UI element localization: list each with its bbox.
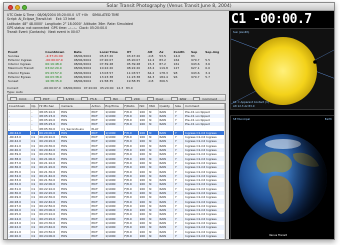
toolbar-label: ISO (112, 96, 118, 101)
earth-label-right: Earth (324, 117, 332, 121)
transit-heading: Transit Event (Contacts): (7, 30, 47, 35)
events-table: Event Countdown Date Local Time UT Alt Az Zenit… (7, 50, 226, 83)
title-bar: Solar Transit Photography (Venus Transit… (4, 3, 334, 11)
toolbar-label: 200 (133, 96, 140, 101)
toolbar-button[interactable] (103, 96, 111, 101)
current-countdown: -00:00:07.0 (43, 86, 61, 90)
toolbar-label: Cmd: (19, 96, 27, 101)
toolbar-label: PICT (42, 96, 50, 101)
script-grid[interactable]: Countdown Op Hr:Mn:Sec Camera Action Exp/Time… (7, 103, 226, 239)
grid-cell: 100 (138, 238, 149, 239)
current-date: 08/06/2004 (63, 86, 81, 90)
left-pane: UTC Date & Time : 08/06/2004 05:20:00.0 … (4, 11, 228, 239)
current-alt: 12.3 (116, 86, 124, 90)
grid-cell: EOS (59, 238, 91, 239)
sim-label: SIMULATED TIME (92, 13, 120, 17)
event-lt: 21:58:35 (99, 78, 114, 83)
toolbar-button[interactable] (124, 96, 132, 101)
earth-graphic (239, 134, 327, 222)
sun-view-label: Sun (zenith) (233, 30, 250, 34)
window-title: Solar Transit Photography (Venus Transit… (106, 4, 232, 9)
event-sep (190, 79, 204, 83)
toolbar-label: Comment (202, 96, 218, 101)
toolbar-label: RAW (179, 96, 187, 101)
command-toolbar: Cmd: PICT 1/250 F5.6 ISO 200 Qual: RAW Comment (7, 94, 226, 101)
toolbar-button[interactable] (33, 96, 41, 101)
toolbar-button[interactable] (10, 96, 17, 101)
current-ut: 05:20:00 (100, 86, 114, 90)
grid-cell: F/8.0 (123, 238, 139, 239)
toolbar-button[interactable] (81, 96, 89, 101)
sun-view: Sun (zenith) C1 = Apparent Contact (1) A… (230, 28, 334, 110)
grid-cell: -00:19.0 (8, 238, 31, 239)
grid-cell: 1/1000 (104, 238, 124, 239)
info-panel: UTC Date & Time : 08/06/2004 05:20:00.0 … (7, 13, 227, 34)
event-az: 306.5 (159, 78, 168, 83)
grid-cell: N (147, 238, 159, 239)
right-pane: C1 -00:00.7 Sun (zenith) C1 = Apparent C… (229, 11, 334, 239)
earth-view: SE Municipal Earth Venus Transit (230, 115, 334, 239)
toolbar-button[interactable] (56, 96, 64, 101)
event-count: 16:38:35.0 (45, 78, 62, 83)
current-row: Current -00:00:07.0 08/06/2004 07:20:00 … (7, 86, 226, 94)
earth-label-left: SE Municipal (233, 117, 251, 121)
next-event: Next event in 00:07 (48, 30, 81, 35)
rate-field: Rate: Simulated (107, 21, 133, 26)
grid-cell: Y (173, 238, 185, 239)
event-date: 08/06/2004 (73, 78, 91, 83)
big-countdown: C1 -00:00.7 (231, 12, 312, 27)
app-window: Solar Transit Photography (Venus Transit… (3, 2, 335, 240)
sun-disc (249, 37, 317, 105)
event-alt: -0.8 (147, 78, 154, 83)
grid-cell: 00:24:10.0 (38, 238, 61, 239)
sun-sub-label-2: Alt 12.3 Az 83.0 (233, 104, 255, 108)
tz-field: UT +0h (76, 13, 89, 17)
earth-caption: Venus Transit (269, 233, 287, 237)
venus-disc (313, 60, 317, 64)
toolbar-button[interactable] (170, 96, 178, 101)
toolbar-label: F5.6 (90, 96, 97, 101)
sun-graphic (231, 37, 334, 105)
clock-field: Clock: 05:20:00.0 (79, 25, 108, 30)
grid-row[interactable]: -00:19.0C100:24:10.0EOSPICT1/1000F/8.010… (8, 238, 225, 239)
event-ut: 19:58:35 (126, 78, 141, 83)
event-row: Sunset 16:38:35.0 08/06/2004 21:58:35 19:58:… (7, 79, 226, 83)
grid-cell: Ingress C1-C2 Ingress (183, 238, 225, 239)
current-lt: 07:20:00 (83, 86, 98, 90)
event-sa (204, 79, 226, 83)
toolbar-label: Qual: (155, 96, 164, 101)
grid-cell: C1 (30, 238, 39, 239)
grid-cell: RAW (158, 238, 175, 239)
toolbar-button[interactable] (146, 96, 154, 101)
toolbar-button[interactable] (193, 96, 201, 101)
night-shade (239, 134, 327, 222)
event-zen (173, 79, 190, 83)
current-az: 83.0 (126, 86, 133, 90)
grid-cell: PICT (90, 238, 105, 239)
toolbar-label: 1/250 (65, 96, 75, 101)
event-name: Sunset (8, 78, 19, 83)
